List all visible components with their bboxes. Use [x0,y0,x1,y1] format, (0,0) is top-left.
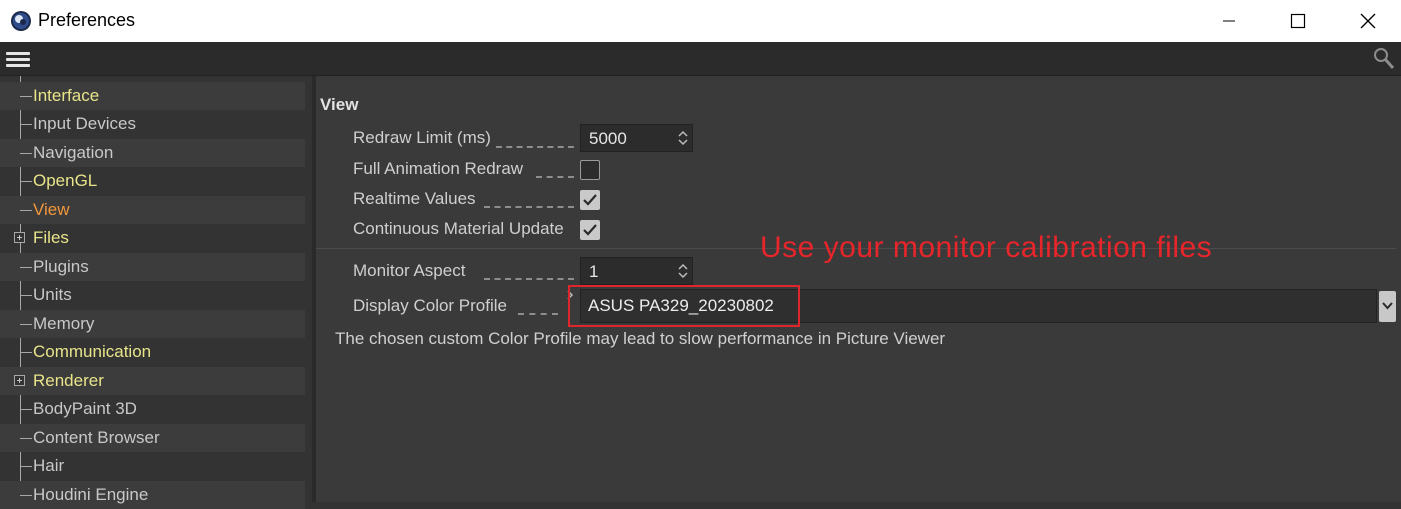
monitor-aspect-field[interactable]: 1 [580,257,693,285]
leader-dots [536,176,574,179]
full-animation-redraw-checkbox[interactable] [580,160,600,180]
monitor-aspect-label: Monitor Aspect [353,261,466,280]
maximize-button[interactable] [1275,0,1321,42]
checkmark-icon [583,194,597,206]
sidebar-item-navigation[interactable]: Navigation [0,139,305,167]
sidebar-item-houdini-engine[interactable]: Houdini Engine [0,481,305,509]
sidebar-item-label: Communication [33,342,152,361]
leader-dots [518,313,558,316]
sidebar-item-label: OpenGL [33,171,98,190]
maximize-icon [1290,13,1306,29]
realtime-values-label: Realtime Values [353,189,476,208]
annotation-highlight-box [568,285,800,327]
annotation-text: Use your monitor calibration files [760,231,1213,264]
close-button[interactable] [1345,0,1391,42]
sidebar-item-label: Hair [33,456,65,475]
expand-plus-icon[interactable] [14,232,25,243]
sidebar-item-renderer[interactable]: Renderer [0,367,305,395]
chevron-down-icon [1382,302,1393,310]
redraw-limit-value: 5000 [589,129,627,148]
sidebar-item-content-browser[interactable]: Content Browser [0,424,305,452]
continuous-material-update-checkbox[interactable] [580,220,600,240]
section-title: View [320,95,359,114]
sidebar-item-opengl[interactable]: OpenGL [0,167,305,195]
sidebar-item-files[interactable]: Files [0,224,305,252]
sidebar-item-label: BodyPaint 3D [33,399,137,418]
sidebar-item-label: Renderer [33,371,104,390]
search-icon[interactable] [1373,47,1395,71]
sidebar-item-interface[interactable]: Interface [0,82,305,110]
redraw-limit-label: Redraw Limit (ms) [353,128,491,147]
expand-plus-icon[interactable] [14,375,25,386]
sidebar-item-label: Navigation [33,143,114,162]
redraw-limit-field[interactable]: 5000 [580,124,693,152]
full-animation-redraw-label: Full Animation Redraw [353,159,524,178]
cinema4d-logo-icon [10,10,32,32]
sidebar-item-label: Interface [33,86,100,105]
preferences-sidebar: Interface Input Devices Navigation OpenG… [0,76,312,509]
sidebar-item-memory[interactable]: Memory [0,310,305,338]
sidebar-item-hair[interactable]: Hair [0,452,305,480]
checkmark-icon [583,224,597,236]
close-icon [1360,13,1376,29]
continuous-material-update-label: Continuous Material Update [353,219,564,238]
sidebar-item-view[interactable]: View [0,196,305,224]
window-title: Preferences [38,10,136,30]
spinner-arrows-icon[interactable] [678,130,688,146]
spinner-arrows-icon[interactable] [678,263,688,279]
minimize-button[interactable] [1206,0,1252,42]
sidebar-item-label: Files [33,228,69,247]
sidebar-item-units[interactable]: Units [0,281,305,309]
sidebar-item-plugins[interactable]: Plugins [0,253,305,281]
sidebar-item-label: Content Browser [33,428,160,447]
minimize-icon [1223,20,1235,22]
sidebar-item-label: Plugins [33,257,89,276]
sidebar-item-label: Memory [33,314,95,333]
sidebar-item-label: Units [33,285,72,304]
sidebar-item-label: View [33,200,70,219]
sidebar-item-bodypaint-3d[interactable]: BodyPaint 3D [0,395,305,423]
monitor-aspect-value: 1 [589,262,599,281]
menu-bar [0,42,1401,76]
sidebar-item-label: Input Devices [33,114,136,133]
display-color-profile-label: Display Color Profile [353,296,507,315]
dropdown-button[interactable] [1379,291,1396,322]
leader-dots [484,278,574,281]
sidebar-item-communication[interactable]: Communication [0,338,305,366]
title-bar: Preferences [0,0,1401,42]
hamburger-icon[interactable] [6,52,30,67]
sidebar-item-input-devices[interactable]: Input Devices [0,110,305,138]
sidebar-item-label: Houdini Engine [33,485,149,504]
leader-dots [484,206,574,209]
leader-dots [496,146,574,149]
color-profile-note: The chosen custom Color Profile may lead… [335,329,946,348]
view-settings-panel: View Redraw Limit (ms) 5000 Full Animati… [316,76,1401,502]
realtime-values-checkbox[interactable] [580,190,600,210]
